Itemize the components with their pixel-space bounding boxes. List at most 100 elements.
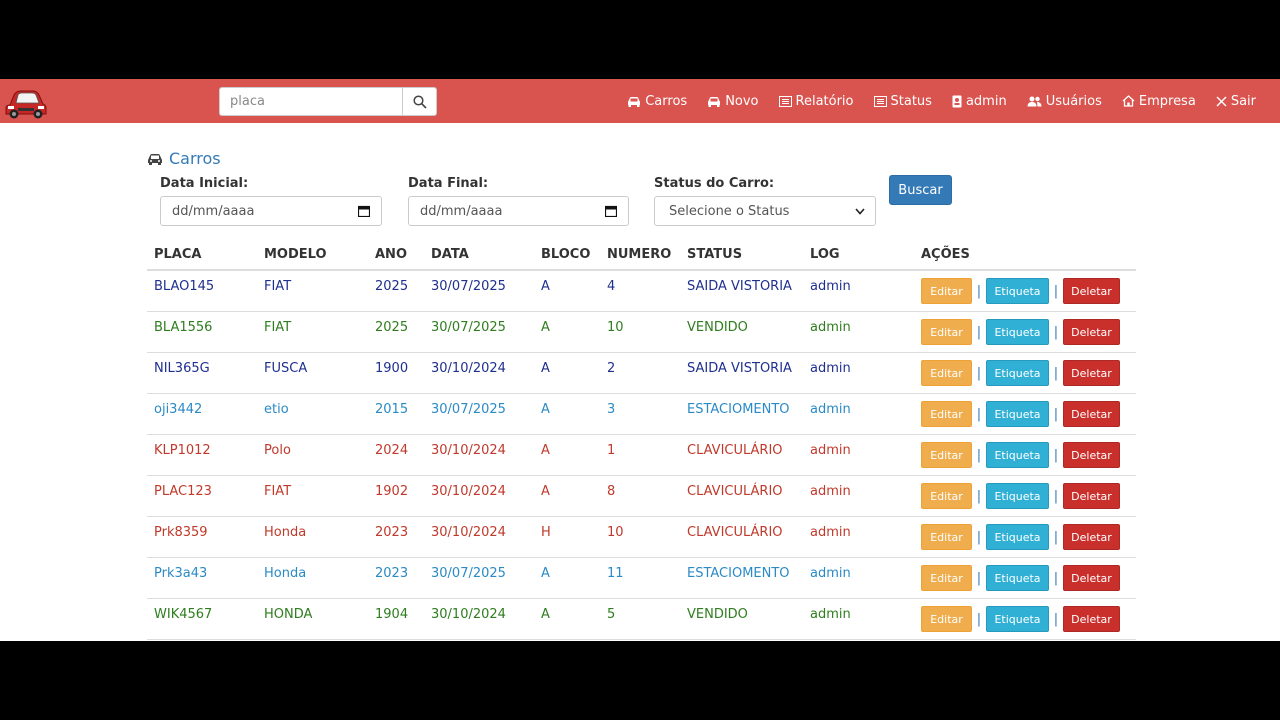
- tag-button[interactable]: Etiqueta: [986, 483, 1049, 509]
- status-select[interactable]: Selecione o Status: [654, 196, 876, 226]
- cell-bloco: A: [541, 566, 550, 581]
- cell-ano: 1900: [375, 361, 409, 376]
- nav-novo[interactable]: Novo: [697, 79, 768, 123]
- cell-status: VENDIDO: [687, 320, 748, 335]
- delete-button[interactable]: Deletar: [1063, 442, 1120, 468]
- car-logo-icon[interactable]: [4, 83, 48, 121]
- col-acoes: AÇÕES: [921, 247, 970, 262]
- cell-placa: Prk8359: [154, 525, 208, 540]
- cell-log: admin: [810, 402, 851, 417]
- delete-button[interactable]: Deletar: [1063, 524, 1120, 550]
- start-date-placeholder: dd/mm/aaaa: [172, 203, 255, 219]
- edit-button[interactable]: Editar: [921, 565, 972, 591]
- delete-button[interactable]: Deletar: [1063, 360, 1120, 386]
- cell-modelo: FIAT: [264, 320, 292, 335]
- list-icon: [873, 95, 887, 107]
- app-window: Carros Novo Relatório Status admin Usuár…: [0, 79, 1280, 641]
- cell-numero: 11: [607, 566, 624, 581]
- cell-bloco: A: [541, 607, 550, 622]
- cell-bloco: A: [541, 402, 550, 417]
- tag-button[interactable]: Etiqueta: [986, 442, 1049, 468]
- nav-usuarios[interactable]: Usuários: [1017, 79, 1112, 123]
- separator: |: [976, 488, 982, 504]
- nav-carros[interactable]: Carros: [617, 79, 697, 123]
- delete-button[interactable]: Deletar: [1063, 278, 1120, 304]
- home-icon: [1122, 95, 1135, 107]
- delete-button[interactable]: Deletar: [1063, 401, 1120, 427]
- cell-placa: BLA1556: [154, 320, 213, 335]
- cell-bloco: H: [541, 525, 551, 540]
- cell-modelo: FIAT: [264, 279, 292, 294]
- calendar-icon[interactable]: [358, 205, 370, 217]
- tag-button[interactable]: Etiqueta: [986, 401, 1049, 427]
- table-header: PLACA MODELO ANO DATA BLOCO NUMERO STATU…: [147, 239, 1136, 271]
- separator: |: [976, 283, 982, 299]
- edit-button[interactable]: Editar: [921, 319, 972, 345]
- nav-admin[interactable]: admin: [942, 79, 1017, 123]
- car-icon: [628, 96, 641, 107]
- col-numero: NUMERO: [607, 247, 672, 262]
- edit-button[interactable]: Editar: [921, 278, 972, 304]
- separator: |: [976, 406, 982, 422]
- nav-label: admin: [965, 93, 1007, 109]
- nav-menu: Carros Novo Relatório Status admin Usuár…: [617, 79, 1266, 123]
- cell-data: 30/10/2024: [431, 443, 506, 458]
- col-ano: ANO: [375, 247, 407, 262]
- search-input[interactable]: [219, 87, 403, 116]
- search-button[interactable]: [402, 87, 437, 116]
- nav-status[interactable]: Status: [864, 79, 942, 123]
- table-row: KLP1012 Polo 2024 30/10/2024 A 1 CLAVICULÁRIO a…: [147, 435, 1136, 476]
- cell-data: 30/07/2025: [431, 320, 506, 335]
- separator: |: [1053, 529, 1059, 545]
- delete-button[interactable]: Deletar: [1063, 483, 1120, 509]
- tag-button[interactable]: Etiqueta: [986, 606, 1049, 632]
- delete-button[interactable]: Deletar: [1063, 319, 1120, 345]
- edit-button[interactable]: Editar: [921, 483, 972, 509]
- row-actions: Editar | Etiqueta | Deletar: [921, 278, 1120, 304]
- edit-button[interactable]: Editar: [921, 606, 972, 632]
- cell-ano: 2025: [375, 320, 409, 335]
- tag-button[interactable]: Etiqueta: [986, 524, 1049, 550]
- cell-numero: 4: [607, 279, 616, 294]
- edit-button[interactable]: Editar: [921, 442, 972, 468]
- cell-data: 30/10/2024: [431, 484, 506, 499]
- calendar-icon[interactable]: [605, 205, 617, 217]
- table-row: NIL365G FUSCA 1900 30/10/2024 A 2 SAIDA VISTOR…: [147, 353, 1136, 394]
- edit-button[interactable]: Editar: [921, 524, 972, 550]
- col-data: DATA: [431, 247, 469, 262]
- cell-log: admin: [810, 361, 851, 376]
- nav-empresa[interactable]: Empresa: [1112, 79, 1206, 123]
- row-actions: Editar | Etiqueta | Deletar: [921, 483, 1120, 509]
- cell-data: 30/10/2024: [431, 361, 506, 376]
- tag-button[interactable]: Etiqueta: [986, 319, 1049, 345]
- page-title: Carros: [147, 149, 221, 168]
- buscar-button[interactable]: Buscar: [889, 175, 952, 205]
- col-status: STATUS: [687, 247, 743, 262]
- search-group: [219, 87, 437, 116]
- tag-button[interactable]: Etiqueta: [986, 565, 1049, 591]
- cell-placa: oji3442: [154, 402, 203, 417]
- tag-button[interactable]: Etiqueta: [986, 278, 1049, 304]
- cell-bloco: A: [541, 320, 550, 335]
- cell-status: SAIDA VISTORIA: [687, 361, 792, 376]
- cell-status: CLAVICULÁRIO: [687, 443, 783, 458]
- separator: |: [1053, 365, 1059, 381]
- cell-status: ESTACIOMENTO: [687, 566, 790, 581]
- nav-relatorio[interactable]: Relatório: [769, 79, 864, 123]
- tag-button[interactable]: Etiqueta: [986, 360, 1049, 386]
- end-date-input[interactable]: dd/mm/aaaa: [408, 196, 629, 226]
- table-row: BLAO145 FIAT 2025 30/07/2025 A 4 SAIDA VISTORI…: [147, 271, 1136, 312]
- separator: |: [1053, 570, 1059, 586]
- nav-sair[interactable]: Sair: [1206, 79, 1266, 123]
- cell-data: 30/10/2024: [431, 525, 506, 540]
- delete-button[interactable]: Deletar: [1063, 565, 1120, 591]
- delete-button[interactable]: Deletar: [1063, 606, 1120, 632]
- edit-button[interactable]: Editar: [921, 401, 972, 427]
- nav-label: Usuários: [1045, 93, 1102, 109]
- cell-numero: 3: [607, 402, 616, 417]
- cell-status: ESTACIOMENTO: [687, 402, 790, 417]
- cell-log: admin: [810, 566, 851, 581]
- edit-button[interactable]: Editar: [921, 360, 972, 386]
- cell-modelo: FIAT: [264, 484, 292, 499]
- start-date-input[interactable]: dd/mm/aaaa: [160, 196, 382, 226]
